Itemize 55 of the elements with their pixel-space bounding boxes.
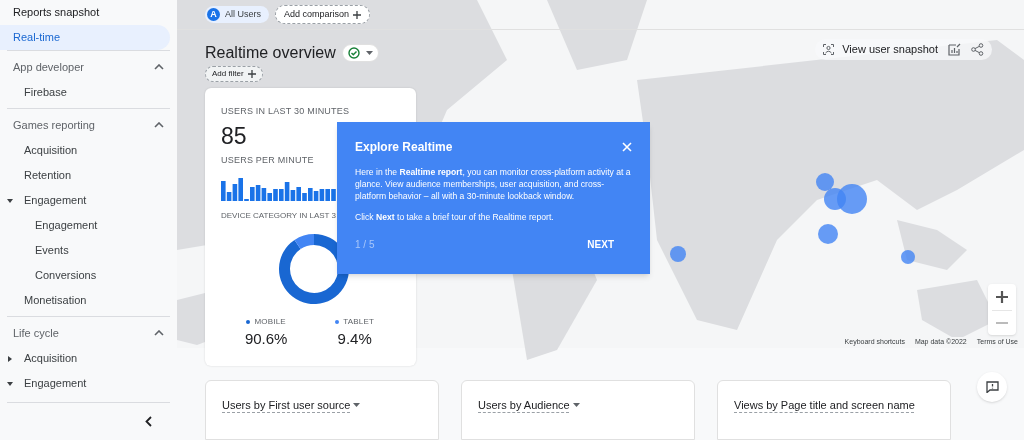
share-icon[interactable] [971, 42, 984, 56]
metric-value: 85 [221, 121, 247, 151]
caret-icon [365, 51, 373, 55]
section-heading[interactable]: Games reporting [13, 116, 95, 134]
map-bubble [837, 184, 867, 214]
chevron-icon [154, 122, 164, 128]
legend-value: 9.4% [337, 329, 372, 349]
card-title[interactable]: Views by Page title and screen name [734, 397, 915, 414]
person-scan-icon [823, 43, 835, 55]
collapse-icon[interactable] [145, 416, 152, 427]
section-heading[interactable]: App developer [13, 58, 84, 76]
sidebar-item[interactable]: Engagement [24, 375, 87, 392]
metric-label: USERS PER MINUTE [221, 153, 315, 167]
check-circle-icon [347, 47, 360, 59]
step-counter: 1 / 5 [355, 238, 375, 252]
plus-icon [353, 10, 362, 19]
edit-chart-icon[interactable] [948, 42, 961, 56]
legend-value: 90.6% [244, 329, 288, 349]
sidebar-item[interactable]: Engagement [24, 192, 87, 209]
next-button[interactable]: NEXT [587, 237, 614, 252]
dialog-text: Click Next to take a brief tour of the Realtime report. [355, 211, 555, 223]
sidebar-item[interactable]: Acquisition [24, 142, 78, 159]
legend-label: MOBILE [254, 316, 286, 328]
sidebar-item[interactable]: Monetisation [24, 292, 87, 309]
plus-icon [996, 291, 1008, 303]
metric-label: USERS IN LAST 30 MINUTES [221, 105, 351, 118]
card-title[interactable]: Users by First user source [222, 397, 351, 414]
add-filter-button[interactable]: Add filter [205, 66, 263, 82]
metric-label: DEVICE CATEGORY IN LAST 3 [221, 210, 336, 222]
sidebar-item[interactable]: Retention [24, 167, 72, 184]
card-title[interactable]: Users by Audience [478, 397, 570, 414]
section-heading[interactable]: Life cycle [13, 324, 59, 342]
dialog-title: Explore Realtime [355, 139, 453, 156]
sidebar-link[interactable]: Reports snapshot [0, 0, 177, 25]
map-bubble [901, 250, 915, 264]
plus-icon [247, 70, 256, 78]
caret-icon[interactable] [353, 403, 361, 408]
chevron-icon [154, 330, 164, 336]
map-bubble [818, 224, 838, 244]
page-title: Realtime overview [205, 43, 336, 63]
sidebar-item[interactable]: Firebase [24, 84, 67, 101]
sidebar-item[interactable]: Acquisition [24, 350, 78, 367]
dialog-text: Here in the Realtime report, you can monitor cross-platform activity at a glance. View audience memberships, user acquisition, and cross-platform behavior – all with a 30-minute lookback window. [355, 166, 632, 202]
minus-icon [996, 322, 1008, 324]
sidebar-item[interactable]: Conversions [35, 267, 97, 284]
close-icon[interactable] [622, 142, 632, 152]
caret-icon[interactable] [572, 403, 580, 408]
legend-label: TABLET [343, 316, 375, 328]
chevron-icon [154, 64, 164, 70]
sidebar-item[interactable]: Engagement [35, 217, 98, 234]
sidebar-item[interactable]: Events [35, 242, 69, 259]
avatar-letter: A [207, 8, 220, 21]
sidebar-link[interactable]: Real-time [0, 25, 170, 50]
feedback-icon [985, 381, 999, 393]
feedback-button[interactable] [977, 372, 1007, 402]
